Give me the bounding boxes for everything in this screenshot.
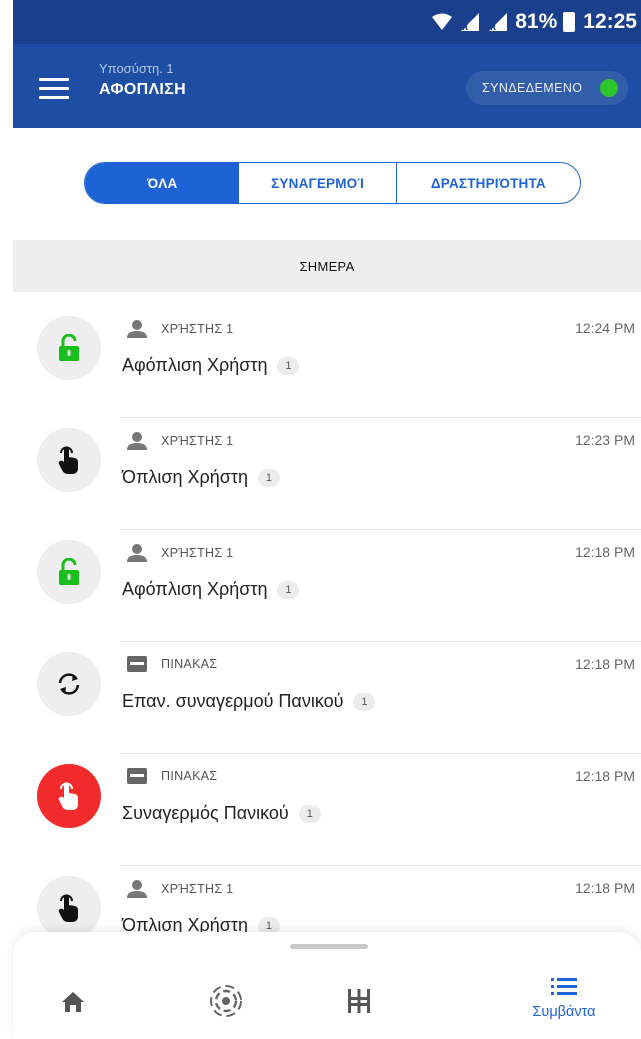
wifi-icon xyxy=(432,13,453,30)
event-row[interactable]: ΧΡΉΣΤΗΣ 1 12:24 PM Αφόπλιση Χρήστη 1 xyxy=(13,306,641,418)
event-filter-tabs: ΌΛΑ ΣΥΝΑΓΕΡΜΟΊ ΔΡΑΣΤΗΡΙΌΤΗΤΑ xyxy=(84,162,581,204)
nav-sensors[interactable] xyxy=(186,972,266,1032)
list-icon xyxy=(551,978,577,995)
signal-icon: R xyxy=(489,13,508,32)
event-avatar xyxy=(37,428,101,492)
event-count-badge: 1 xyxy=(277,580,300,599)
event-time: 12:18 PM xyxy=(575,656,635,672)
nav-controls[interactable] xyxy=(319,972,399,1032)
event-name-label: Συναγερμός Πανικού xyxy=(122,803,289,823)
battery-icon xyxy=(563,12,576,32)
event-avatar xyxy=(37,316,101,380)
status-bar-right: R R 81% 12:25 xyxy=(431,10,637,34)
equalizer-icon xyxy=(348,989,370,1013)
day-header: ΣΗΜΕΡΑ xyxy=(13,240,641,292)
event-avatar xyxy=(37,652,101,716)
clock: 12:25 xyxy=(583,10,637,33)
drag-handle[interactable] xyxy=(290,944,368,949)
unlock-icon xyxy=(59,334,79,361)
nav-events-label: Συμβάντα xyxy=(532,1004,596,1020)
status-bar: R R 81% 12:25 xyxy=(13,0,641,44)
event-source-label: ΠΙΝΑΚΑΣ xyxy=(161,657,218,671)
user-icon xyxy=(127,320,147,338)
touch-hand-icon xyxy=(58,782,78,810)
event-source: ΧΡΉΣΤΗΣ 1 xyxy=(127,320,233,338)
hamburger-menu-icon[interactable] xyxy=(39,78,69,100)
event-name: Όπλιση Χρήστη 1 xyxy=(122,467,280,488)
event-avatar-alert xyxy=(37,764,101,828)
event-count-badge: 1 xyxy=(298,804,321,823)
event-count-badge: 1 xyxy=(277,356,300,375)
user-icon xyxy=(127,432,147,450)
event-source-label: ΧΡΉΣΤΗΣ 1 xyxy=(161,322,234,336)
user-icon xyxy=(127,880,147,898)
home-icon xyxy=(62,992,84,1012)
event-name-label: Επαν. συναγερμού Πανικού xyxy=(122,691,344,711)
event-source-label: ΧΡΉΣΤΗΣ 1 xyxy=(161,434,234,448)
event-name-label: Αφόπλιση Χρήστη xyxy=(122,579,268,599)
connection-status-dot xyxy=(600,79,618,97)
user-icon xyxy=(127,544,147,562)
event-source: ΠΙΝΑΚΑΣ xyxy=(127,768,217,784)
touch-hand-icon xyxy=(58,446,78,474)
nav-events[interactable]: Συμβάντα xyxy=(524,972,604,1032)
sync-icon xyxy=(58,673,80,695)
svg-text:R: R xyxy=(490,23,496,32)
event-source-label: ΧΡΉΣΤΗΣ 1 xyxy=(161,546,234,560)
event-name: Αφόπλιση Χρήστη 1 xyxy=(122,355,300,376)
page-title: ΑΦΟΠΛΙΣΗ xyxy=(99,81,186,98)
nav-home[interactable] xyxy=(33,972,113,1032)
event-avatar xyxy=(37,876,101,940)
event-time: 12:24 PM xyxy=(575,320,635,336)
event-source-label: ΠΙΝΑΚΑΣ xyxy=(161,769,218,783)
panel-icon xyxy=(127,768,147,784)
event-name-label: Αφόπλιση Χρήστη xyxy=(122,355,268,375)
event-source: ΧΡΉΣΤΗΣ 1 xyxy=(127,880,233,898)
connection-status-label: ΣΥΝΔΕΔΕΜΕΝΟ xyxy=(482,81,583,95)
tab-all[interactable]: ΌΛΑ xyxy=(85,163,240,203)
battery-percent: 81% xyxy=(515,10,558,33)
sensor-icon xyxy=(210,985,242,1017)
touch-hand-icon xyxy=(58,894,78,922)
event-source: ΠΙΝΑΚΑΣ xyxy=(127,656,217,672)
event-source: ΧΡΉΣΤΗΣ 1 xyxy=(127,544,233,562)
signal-icon: R xyxy=(461,13,480,32)
event-source-label: ΧΡΉΣΤΗΣ 1 xyxy=(161,882,234,896)
event-time: 12:18 PM xyxy=(575,544,635,560)
event-row[interactable]: ΠΙΝΑΚΑΣ 12:18 PM Συναγερμός Πανικού 1 xyxy=(13,754,641,866)
event-count-badge: 1 xyxy=(353,692,376,711)
event-time: 12:18 PM xyxy=(575,768,635,784)
tab-alarms[interactable]: ΣΥΝΑΓΕΡΜΟΊ xyxy=(239,163,395,203)
event-source: ΧΡΉΣΤΗΣ 1 xyxy=(127,432,233,450)
event-count-badge: 1 xyxy=(257,468,280,487)
event-name: Αφόπλιση Χρήστη 1 xyxy=(122,579,300,600)
event-row[interactable]: ΠΙΝΑΚΑΣ 12:18 PM Επαν. συναγερμού Πανικο… xyxy=(13,642,641,754)
partition-subtitle: Υποσύστη. 1 xyxy=(99,61,174,76)
event-row[interactable]: ΧΡΉΣΤΗΣ 1 12:18 PM Αφόπλιση Χρήστη 1 xyxy=(13,530,641,642)
svg-text:R: R xyxy=(462,23,468,32)
event-row[interactable]: ΧΡΉΣΤΗΣ 1 12:23 PM Όπλιση Χρήστη 1 xyxy=(13,418,641,530)
panel-icon xyxy=(127,656,147,672)
event-time: 12:18 PM xyxy=(575,880,635,896)
tab-activity[interactable]: ΔΡΑΣΤΗΡΙΌΤΗΤΑ xyxy=(395,163,580,203)
event-name-label: Όπλιση Χρήστη xyxy=(122,467,248,487)
unlock-icon xyxy=(59,558,79,585)
event-name: Συναγερμός Πανικού 1 xyxy=(122,803,321,824)
app-screen: R R 81% 12:25 Υποσύστη. 1 ΑΦΟΠΛΙΣΗ ΣΥΝΔΕ… xyxy=(0,0,641,1039)
event-time: 12:23 PM xyxy=(575,432,635,448)
bottom-navigation: Συμβάντα xyxy=(13,932,641,1039)
event-name: Επαν. συναγερμού Πανικού 1 xyxy=(122,691,376,712)
event-avatar xyxy=(37,540,101,604)
connection-status-badge: ΣΥΝΔΕΔΕΜΕΝΟ xyxy=(466,71,628,105)
app-bar: Υποσύστη. 1 ΑΦΟΠΛΙΣΗ ΣΥΝΔΕΔΕΜΕΝΟ xyxy=(13,44,641,128)
